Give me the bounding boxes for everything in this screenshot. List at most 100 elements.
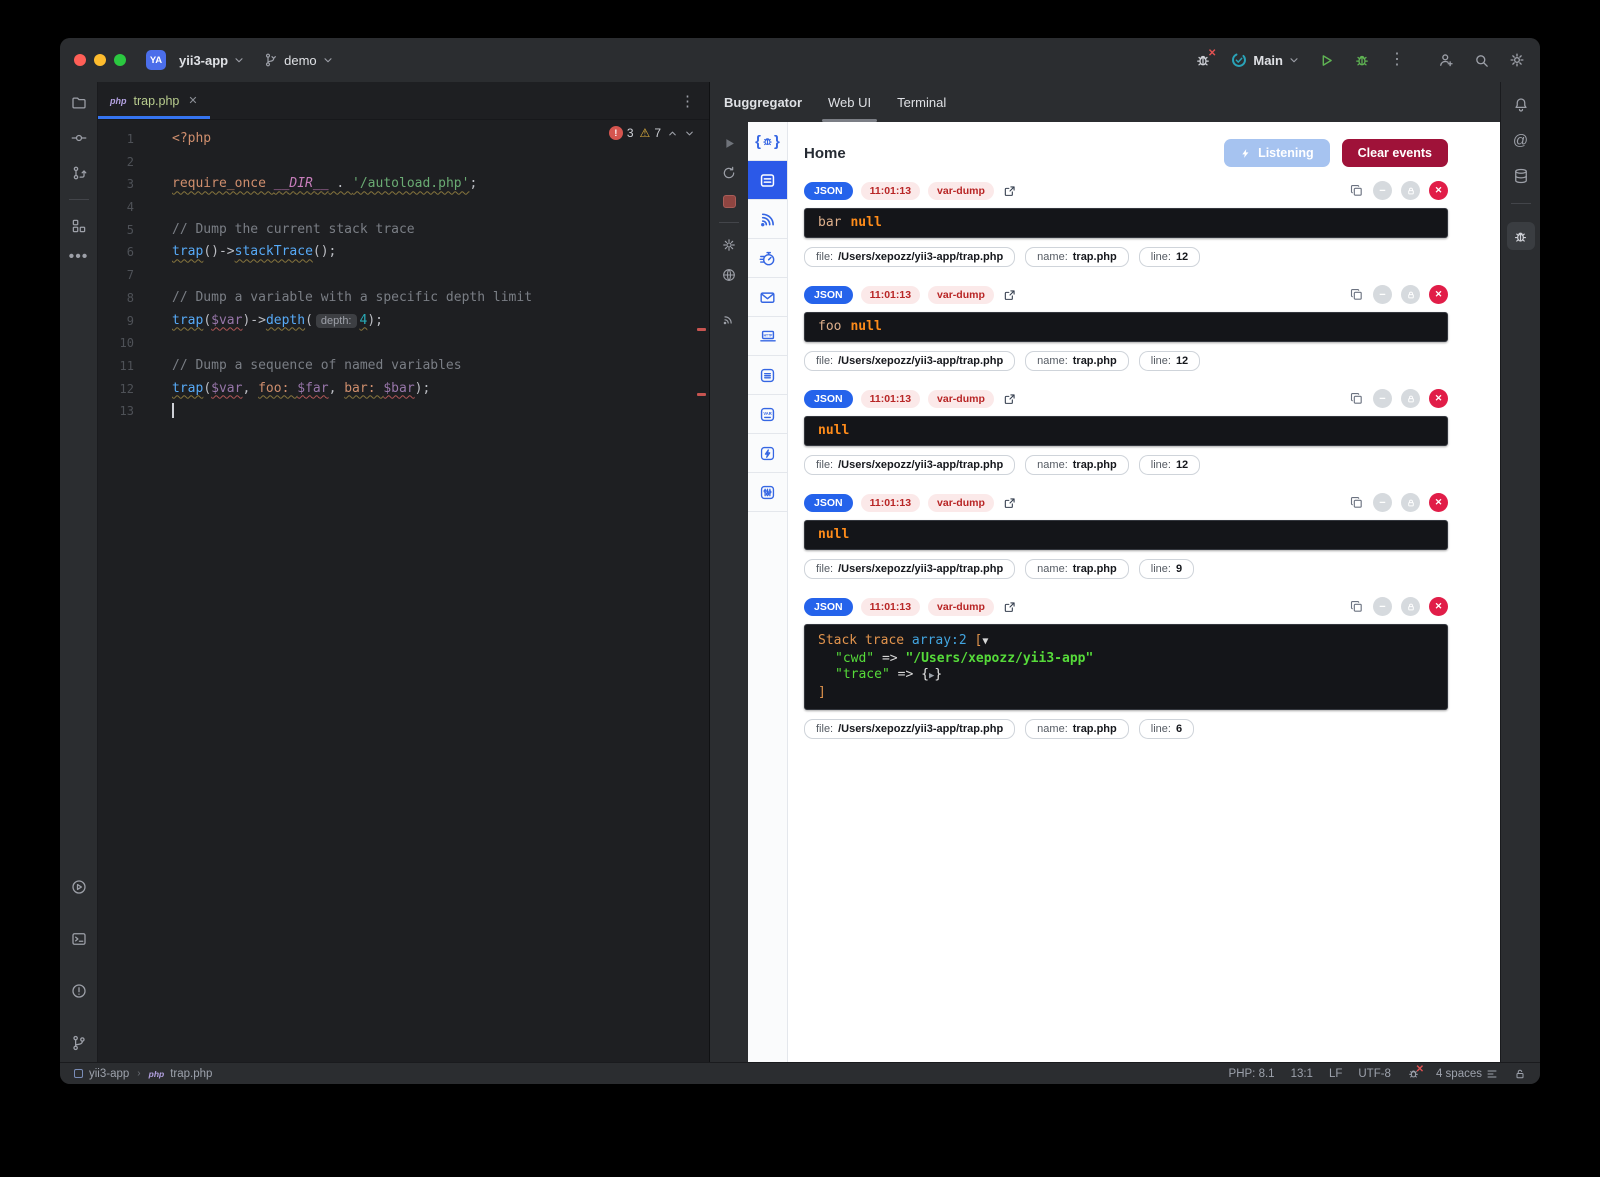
- delete-event-icon[interactable]: ✕: [1429, 597, 1448, 616]
- sidebar-item-logo[interactable]: {}: [748, 122, 787, 161]
- copy-icon[interactable]: [1349, 495, 1364, 510]
- next-problem-button[interactable]: [684, 128, 695, 139]
- collapse-icon[interactable]: −: [1373, 389, 1392, 408]
- debug-button[interactable]: [1353, 51, 1371, 69]
- open-event-icon[interactable]: [1003, 184, 1017, 198]
- database-tool-icon[interactable]: [1512, 167, 1530, 185]
- delete-event-icon[interactable]: ✕: [1429, 181, 1448, 200]
- sidebar-item-profiler[interactable]: [748, 239, 787, 278]
- error-stripe-mark[interactable]: [697, 393, 706, 396]
- collapse-icon[interactable]: −: [1373, 493, 1392, 512]
- delete-event-icon[interactable]: ✕: [1429, 493, 1448, 512]
- sidebar-item-var-dumper[interactable]: VAR: [748, 395, 787, 434]
- close-tab-icon[interactable]: ✕: [188, 94, 197, 107]
- copy-icon[interactable]: [1349, 599, 1364, 614]
- copy-icon[interactable]: [1349, 183, 1364, 198]
- code-line[interactable]: 4: [98, 196, 709, 219]
- delete-event-icon[interactable]: ✕: [1429, 285, 1448, 304]
- ai-assistant-icon[interactable]: @: [1513, 132, 1528, 149]
- broadcast-icon[interactable]: [721, 311, 737, 327]
- minimize-window-button[interactable]: [94, 54, 106, 66]
- inspections-widget[interactable]: !3 ⚠7: [609, 126, 695, 140]
- commit-tool-icon[interactable]: [70, 129, 88, 147]
- code-line[interactable]: 11// Dump a sequence of named variables: [98, 355, 709, 378]
- vcs-tool-icon[interactable]: [70, 164, 88, 182]
- start-server-button[interactable]: [722, 136, 737, 151]
- code-line[interactable]: 3require_once __DIR__ . '/autoload.php';: [98, 173, 709, 196]
- settings-gear-icon[interactable]: [721, 237, 737, 253]
- code-line[interactable]: 7: [98, 264, 709, 287]
- delete-event-icon[interactable]: ✕: [1429, 389, 1448, 408]
- run-configuration-widget[interactable]: Main: [1230, 51, 1300, 69]
- structure-tool-icon[interactable]: [70, 217, 88, 235]
- collapse-icon[interactable]: −: [1373, 597, 1392, 616]
- more-tool-windows-button[interactable]: •••: [69, 252, 89, 262]
- close-window-button[interactable]: [74, 54, 86, 66]
- vcs-branch-widget[interactable]: demo: [263, 52, 334, 68]
- php-version-widget[interactable]: PHP: 8.1: [1229, 1068, 1275, 1080]
- zoom-window-button[interactable]: [114, 54, 126, 66]
- lock-icon[interactable]: [1401, 181, 1420, 200]
- indent-widget[interactable]: 4 spaces: [1436, 1068, 1498, 1080]
- refresh-button[interactable]: [721, 165, 737, 181]
- listening-button[interactable]: Listening: [1224, 139, 1330, 167]
- lock-icon[interactable]: [1401, 597, 1420, 616]
- project-tool-icon[interactable]: [70, 94, 88, 112]
- sidebar-item-http-dumps[interactable]: HTTP: [748, 317, 787, 356]
- encoding-widget[interactable]: UTF-8: [1358, 1068, 1391, 1080]
- readonly-lock-icon[interactable]: [1514, 1068, 1526, 1080]
- collapse-icon[interactable]: −: [1373, 285, 1392, 304]
- error-stripe-mark[interactable]: [697, 328, 706, 331]
- code-line[interactable]: 9trap($var)->depth(depth:4);: [98, 310, 709, 333]
- copy-icon[interactable]: [1349, 391, 1364, 406]
- settings-gear-icon[interactable]: [1508, 51, 1526, 69]
- expand-arrow-icon[interactable]: ▼: [982, 636, 988, 647]
- line-separator-widget[interactable]: LF: [1329, 1068, 1342, 1080]
- debug-listener-off-icon[interactable]: ✕: [1194, 51, 1212, 69]
- tab-terminal[interactable]: Terminal: [897, 82, 946, 122]
- copy-icon[interactable]: [1349, 287, 1364, 302]
- open-in-browser-icon[interactable]: [721, 267, 737, 283]
- notifications-bell-icon[interactable]: [1512, 96, 1530, 114]
- breadcrumb[interactable]: yii3-app › php trap.php: [74, 1068, 212, 1080]
- open-event-icon[interactable]: [1003, 496, 1017, 510]
- lock-icon[interactable]: [1401, 285, 1420, 304]
- buggregator-stripe-button[interactable]: [1507, 222, 1535, 250]
- run-tool-icon[interactable]: [70, 878, 88, 896]
- add-user-button[interactable]: [1437, 51, 1455, 69]
- sidebar-item-settings[interactable]: [748, 473, 787, 512]
- lock-icon[interactable]: [1401, 493, 1420, 512]
- debug-listener-status-icon[interactable]: ✕: [1407, 1067, 1420, 1080]
- sidebar-item-inspector[interactable]: [748, 434, 787, 473]
- open-event-icon[interactable]: [1003, 392, 1017, 406]
- prev-problem-button[interactable]: [667, 128, 678, 139]
- search-everywhere-button[interactable]: [1473, 52, 1490, 69]
- open-event-icon[interactable]: [1003, 600, 1017, 614]
- run-button[interactable]: [1318, 52, 1335, 69]
- code-line[interactable]: 8// Dump a variable with a specific dept…: [98, 287, 709, 310]
- more-actions-button[interactable]: ⋮: [1389, 55, 1405, 65]
- open-event-icon[interactable]: [1003, 288, 1017, 302]
- tab-web-ui[interactable]: Web UI: [828, 82, 871, 122]
- code-line[interactable]: 2: [98, 151, 709, 174]
- stop-server-button[interactable]: [723, 195, 736, 208]
- sidebar-item-ray[interactable]: [748, 356, 787, 395]
- code-line[interactable]: 12trap($var, foo: $far, bar: $bar);: [98, 378, 709, 401]
- problems-tool-icon[interactable]: [70, 982, 88, 1000]
- git-tool-icon[interactable]: [70, 1034, 88, 1052]
- terminal-tool-icon[interactable]: [70, 930, 88, 948]
- code-line[interactable]: 10: [98, 332, 709, 355]
- tab-trap-php[interactable]: php trap.php ✕: [98, 82, 210, 119]
- clear-events-button[interactable]: Clear events: [1342, 139, 1448, 167]
- lock-icon[interactable]: [1401, 389, 1420, 408]
- sidebar-item-sentry[interactable]: [748, 200, 787, 239]
- project-widget[interactable]: YA yii3-app: [146, 50, 245, 70]
- code-editor[interactable]: 1<?php23require_once __DIR__ . '/autoloa…: [98, 120, 709, 1062]
- sidebar-item-smtp[interactable]: [748, 278, 787, 317]
- collapse-icon[interactable]: −: [1373, 181, 1392, 200]
- code-line[interactable]: 13: [98, 400, 709, 423]
- code-line[interactable]: 5// Dump the current stack trace: [98, 219, 709, 242]
- code-line[interactable]: 6trap()->stackTrace();: [98, 241, 709, 264]
- sidebar-item-events[interactable]: [748, 161, 787, 200]
- caret-position-widget[interactable]: 13:1: [1291, 1068, 1313, 1080]
